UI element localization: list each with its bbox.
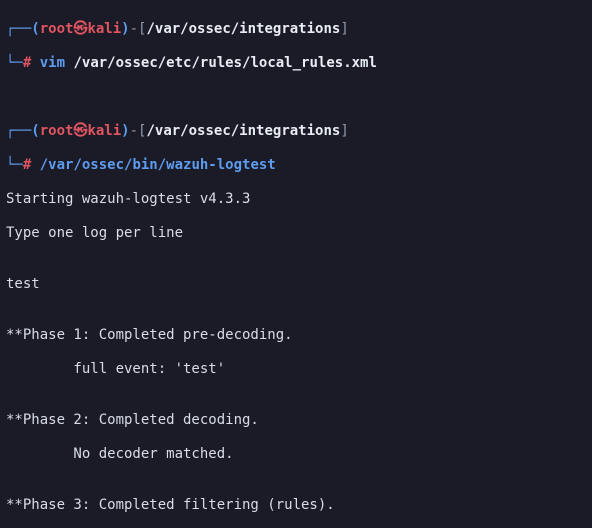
output-line: **Phase 3: Completed filtering (rules). xyxy=(6,497,586,514)
output-line: test xyxy=(6,276,586,293)
paren-open: ( xyxy=(31,21,39,37)
corner-icon: └─ xyxy=(6,157,23,173)
prompt-line-2b: └─# /var/ossec/bin/wazuh-logtest xyxy=(6,157,586,174)
blank-line xyxy=(6,89,586,106)
corner-icon: ┌── xyxy=(6,123,31,139)
output-line: No decoder matched. xyxy=(6,446,586,463)
dash-open: -[ xyxy=(130,21,147,37)
cwd: /var/ossec/integrations xyxy=(146,123,340,139)
command-arg: /var/ossec/etc/rules/local_rules.xml xyxy=(73,55,376,71)
paren-open: ( xyxy=(31,123,39,139)
corner-icon: ┌── xyxy=(6,21,31,37)
prompt-line-1b: └─# vim /var/ossec/etc/rules/local_rules… xyxy=(6,55,586,72)
command: /var/ossec/bin/wazuh-logtest xyxy=(40,157,276,173)
output-line: full event: 'test' xyxy=(6,361,586,378)
separator-icon: ㉿ xyxy=(73,21,87,37)
output-line: **Phase 1: Completed pre-decoding. xyxy=(6,327,586,344)
close-bracket: ] xyxy=(340,21,348,37)
output-line: Starting wazuh-logtest v4.3.3 xyxy=(6,191,586,208)
paren-close: ) xyxy=(121,21,129,37)
close-bracket: ] xyxy=(340,123,348,139)
prompt-line-1a: ┌──(root㉿kali)-[/var/ossec/integrations] xyxy=(6,21,586,38)
host: kali xyxy=(87,21,121,37)
dash-open: -[ xyxy=(130,123,147,139)
paren-close: ) xyxy=(121,123,129,139)
host: kali xyxy=(87,123,121,139)
hash-icon: # xyxy=(23,157,31,173)
user: root xyxy=(40,21,74,37)
terminal-output[interactable]: ┌──(root㉿kali)-[/var/ossec/integrations]… xyxy=(0,0,592,528)
separator-icon: ㉿ xyxy=(73,123,87,139)
corner-icon: └─ xyxy=(6,55,23,71)
user: root xyxy=(40,123,74,139)
command: vim xyxy=(40,55,65,71)
output-line: **Phase 2: Completed decoding. xyxy=(6,412,586,429)
output-line: Type one log per line xyxy=(6,225,586,242)
cwd: /var/ossec/integrations xyxy=(146,21,340,37)
hash-icon: # xyxy=(23,55,31,71)
prompt-line-2a: ┌──(root㉿kali)-[/var/ossec/integrations] xyxy=(6,123,586,140)
